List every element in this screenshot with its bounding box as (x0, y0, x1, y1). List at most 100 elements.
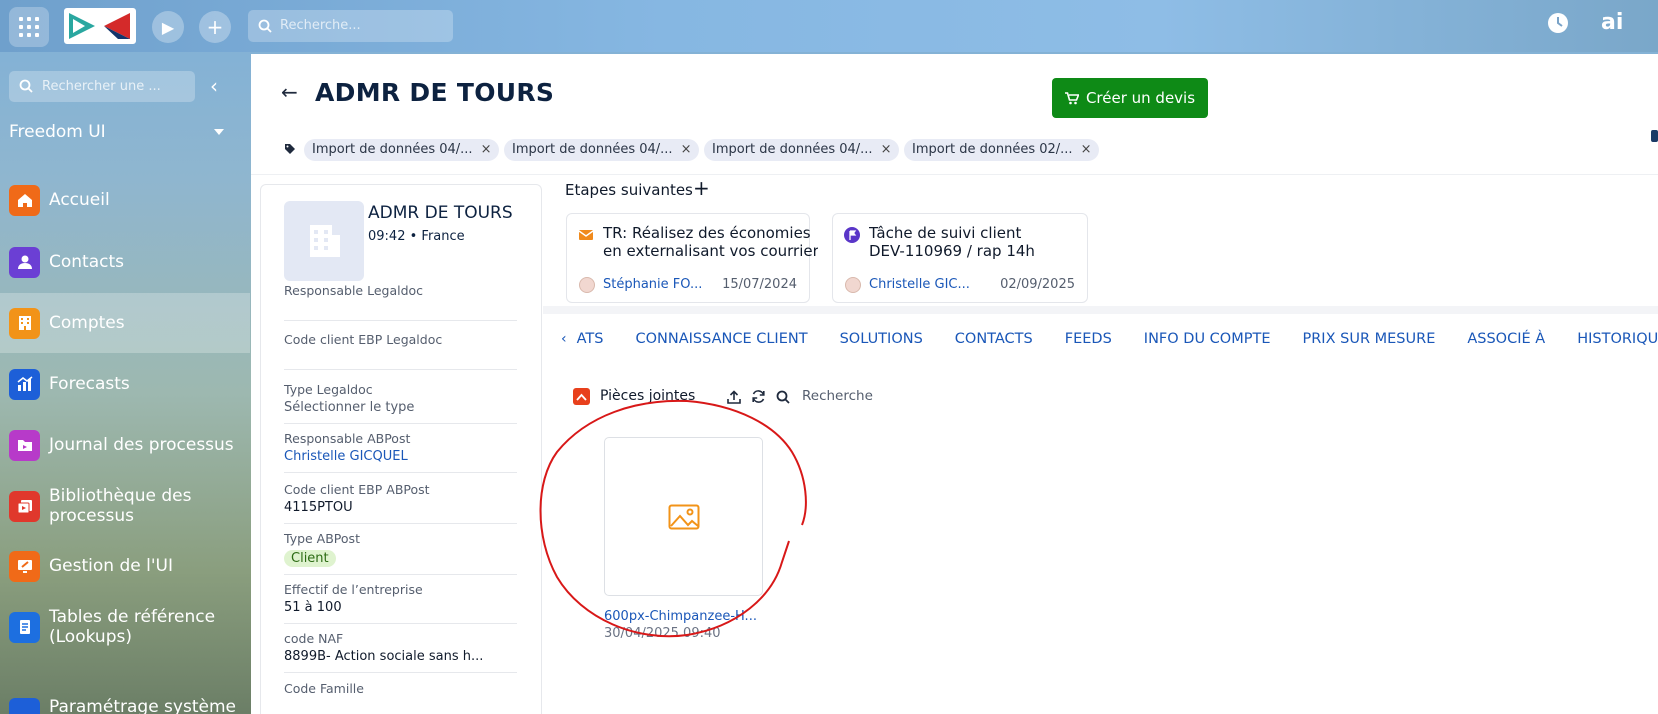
lookup-icon (9, 611, 40, 643)
chevron-left-icon[interactable]: ‹ (561, 331, 567, 347)
tag-chip[interactable]: Import de données 02/... × (904, 139, 1100, 161)
sidebar-item-journal-des-processus[interactable]: Journal des processus (0, 415, 250, 475)
field-responsable-abpost[interactable]: Responsable ABPost Christelle GICQUEL (284, 431, 517, 473)
field-code-famille[interactable]: Code Famille (284, 681, 517, 714)
apps-grid-icon[interactable] (9, 7, 49, 47)
building-icon (9, 307, 40, 339)
account-country: France (421, 229, 465, 244)
close-icon[interactable]: × (481, 142, 492, 157)
collapse-sidebar-icon[interactable]: ‹ (210, 74, 218, 98)
sidebar-item-tables-de-reference[interactable]: Tables de référence (Lookups) (0, 597, 250, 657)
workspace-selector[interactable]: Freedom UI (9, 122, 106, 142)
field-code-client-legaldoc[interactable]: Code client EBP Legaldoc (284, 332, 517, 370)
attachments-title: Pièces jointes (600, 388, 696, 404)
refresh-icon[interactable] (751, 389, 766, 404)
sidebar-item-label: Comptes (49, 313, 125, 333)
step-user-link[interactable]: Stéphanie FO... (603, 277, 702, 292)
tab-connaissance-client[interactable]: CONNAISSANCE CLIENT (635, 331, 807, 347)
step-card[interactable]: TR: Réalisez des économies en externalisa… (566, 213, 818, 303)
field-value: 51 à 100 (284, 600, 342, 615)
tab-bar: ‹ ATS CONNAISSANCE CLIENT SOLUTIONS CONT… (561, 316, 1658, 362)
tab-ats[interactable]: ATS (577, 331, 604, 347)
tag-label: Import de données 04/... (512, 142, 673, 157)
sidebar-item-label: Tables de référence (Lookups) (49, 607, 216, 647)
image-icon (668, 504, 699, 529)
create-quote-label: Créer un devis (1085, 89, 1196, 107)
tag-icon (285, 144, 295, 154)
step-date: 15/07/2024 (722, 277, 797, 292)
field-label: Type ABPost (284, 531, 360, 546)
back-arrow-icon[interactable]: ← (281, 80, 298, 104)
tab-feeds[interactable]: FEEDS (1065, 331, 1112, 347)
close-icon[interactable]: × (1081, 142, 1092, 157)
sidebar-item-forecasts[interactable]: Forecasts (0, 354, 250, 414)
field-label: Code Famille (284, 681, 364, 696)
play-button[interactable]: ▶ (152, 11, 184, 43)
sidebar-item-comptes[interactable]: Comptes (0, 293, 250, 353)
field-label: Type Legaldoc (284, 382, 373, 397)
tag-chip[interactable]: Import de données 04/... × (704, 139, 900, 161)
step-card[interactable]: Tâche de suivi client DEV-110969 / rap 14… (832, 213, 1088, 303)
process-log-icon (9, 429, 40, 461)
field-type-abpost[interactable]: Type ABPost Client (284, 531, 517, 575)
step-line2: DEV-110969 / rap 14h (869, 242, 1035, 260)
tag-chip[interactable]: Import de données 04/... × (504, 139, 700, 161)
field-code-client-abpost[interactable]: Code client EBP ABPost 4115PTOU (284, 482, 517, 524)
add-step-icon[interactable]: + (693, 176, 710, 200)
step-user-link[interactable]: Christelle GIC... (869, 277, 970, 292)
plus-icon: + (206, 15, 224, 39)
tab-solutions[interactable]: SOLUTIONS (840, 331, 923, 347)
field-responsable-legaldoc[interactable]: Responsable Legaldoc (284, 283, 517, 321)
step-line2: en externalisant vos courrier... (603, 242, 818, 260)
section-divider (543, 306, 1658, 314)
add-button[interactable]: + (199, 11, 231, 43)
avatar (579, 277, 595, 293)
sidebar-item-label: Contacts (49, 252, 124, 272)
sidebar-item-bibliotheque-des-processus[interactable]: Bibliothèque des processus (0, 476, 250, 536)
chevron-up-icon[interactable] (573, 388, 590, 405)
upload-icon[interactable] (727, 389, 741, 404)
cart-icon (1064, 91, 1079, 104)
tab-info-du-compte[interactable]: INFO DU COMPTE (1144, 331, 1271, 347)
global-search-input[interactable]: Recherche... (248, 10, 453, 42)
close-icon[interactable]: × (881, 142, 892, 157)
record-header: ← ADMR DE TOURS Créer un devis Import de… (251, 54, 1658, 175)
sidebar-item-parametrage-systeme[interactable]: Paramétrage système (0, 690, 250, 714)
sidebar-item-label: Gestion de l'UI (49, 556, 173, 576)
search-icon[interactable] (776, 390, 790, 404)
sidebar-item-contacts[interactable]: Contacts (0, 232, 250, 292)
ai-icon[interactable]: ai (1601, 10, 1623, 35)
tab-historique[interactable]: HISTORIQUE (1577, 331, 1658, 347)
attachments-search-input[interactable]: Recherche (802, 388, 873, 404)
tab-contacts[interactable]: CONTACTS (955, 331, 1033, 347)
field-code-naf[interactable]: code NAF 8899B- Action sociale sans h... (284, 631, 517, 673)
attachment-thumbnail[interactable] (604, 437, 763, 596)
settings-icon (9, 698, 40, 714)
ui-management-icon (9, 550, 40, 582)
close-icon[interactable]: × (681, 142, 692, 157)
field-value-link[interactable]: Christelle GICQUEL (284, 449, 517, 464)
sidebar-item-accueil[interactable]: Accueil (0, 170, 250, 230)
building-icon (310, 225, 340, 257)
attachment-date: 30/04/2025 09:40 (604, 626, 721, 641)
panel-toggle-icon[interactable] (1651, 130, 1658, 142)
clock-icon[interactable] (1547, 12, 1569, 34)
tab-associe-a[interactable]: ASSOCIÉ À (1467, 331, 1545, 347)
tag-label: Import de données 04/... (312, 142, 473, 157)
sidebar-item-gestion-ui[interactable]: Gestion de l'UI (0, 536, 250, 596)
attachment-file-name[interactable]: 600px-Chimpanzee-H... (604, 609, 757, 624)
app-logo[interactable] (64, 8, 136, 44)
next-steps-title: Etapes suivantes (565, 181, 693, 199)
create-quote-button[interactable]: Créer un devis (1052, 78, 1208, 118)
sidebar-search-input[interactable]: Rechercher une ... (9, 71, 195, 102)
field-type-legaldoc[interactable]: Type Legaldoc Sélectionner le type (284, 382, 517, 424)
chevron-down-icon[interactable] (214, 129, 224, 135)
field-label: Effectif de l’entreprise (284, 582, 423, 597)
field-value: Sélectionner le type (284, 400, 415, 415)
tag-chip[interactable]: Import de données 04/... × (304, 139, 500, 161)
tab-prix-sur-mesure[interactable]: PRIX SUR MESURE (1302, 331, 1435, 347)
avatar (845, 277, 861, 293)
sidebar-item-label: Bibliothèque des processus (49, 486, 192, 526)
search-icon (19, 79, 33, 93)
field-effectif[interactable]: Effectif de l’entreprise 51 à 100 (284, 582, 517, 624)
